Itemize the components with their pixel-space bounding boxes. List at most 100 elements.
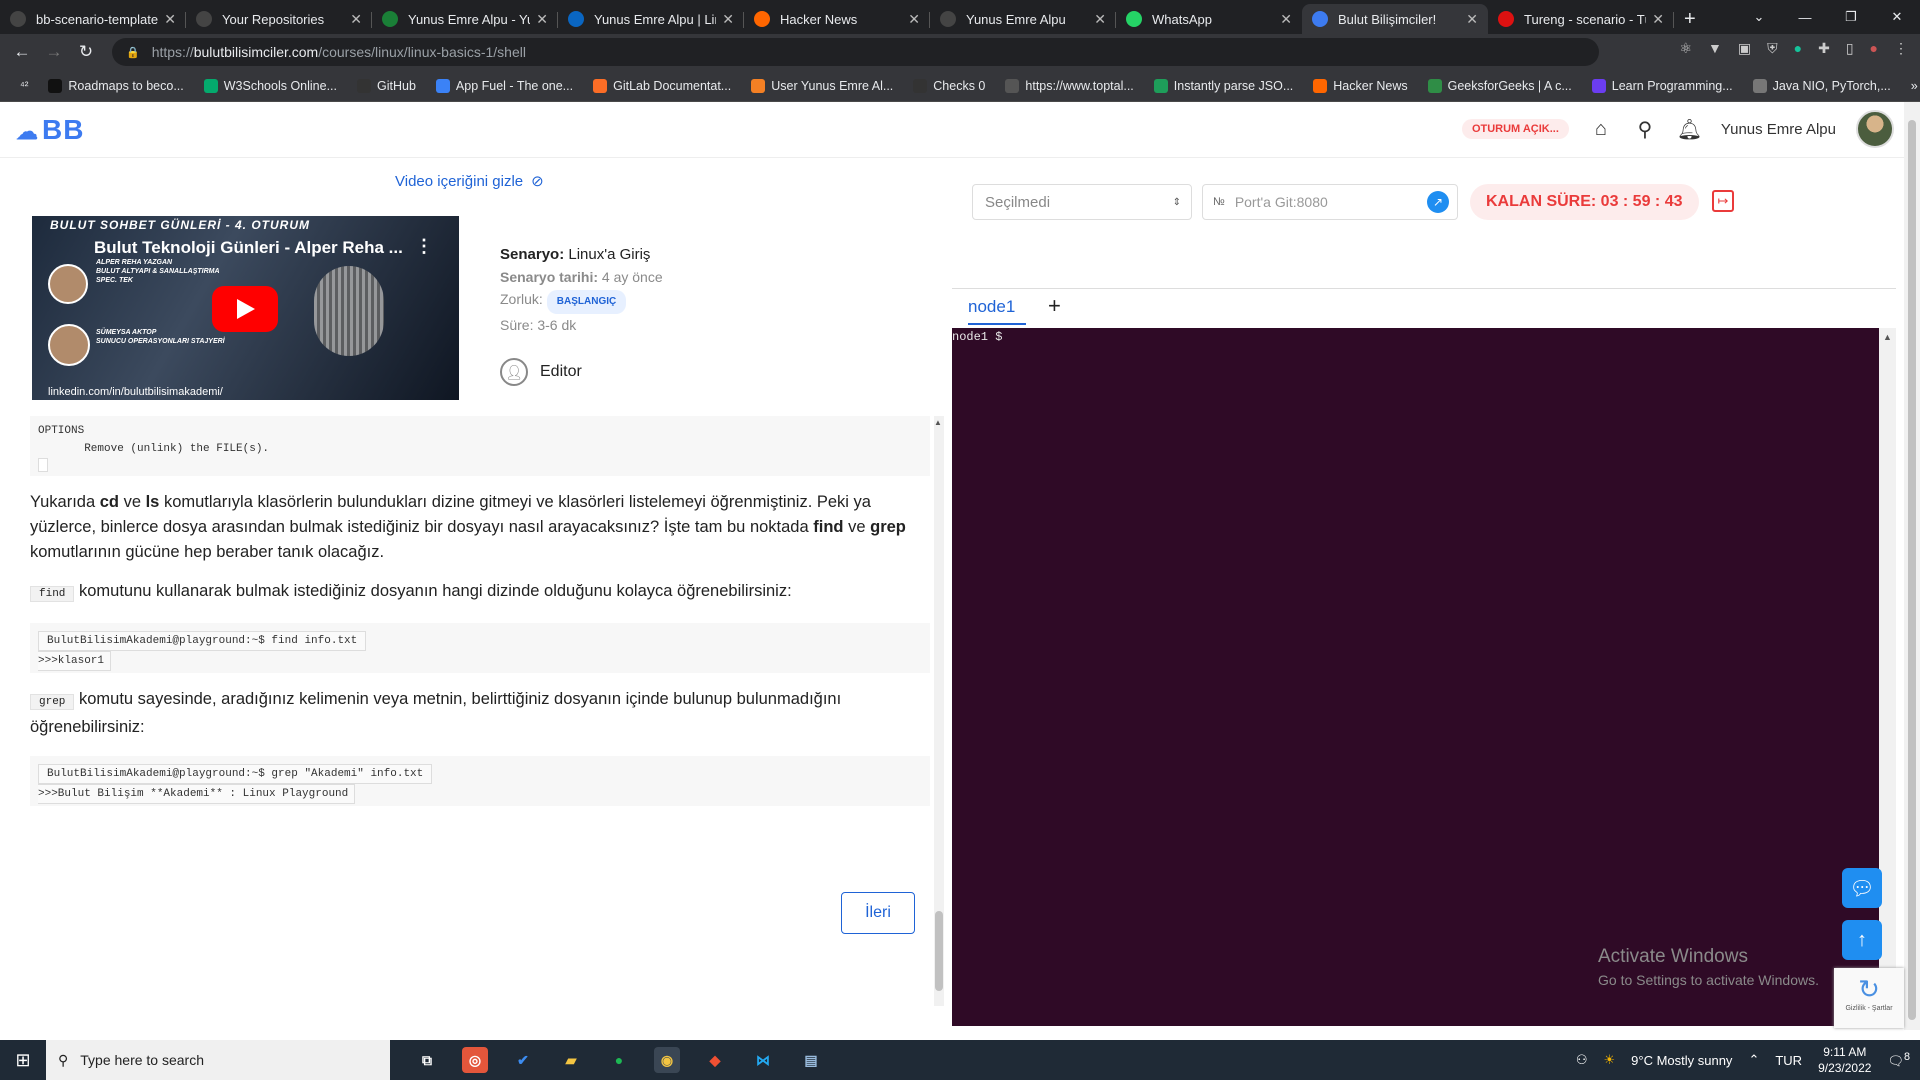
home-icon[interactable]: ⌂ xyxy=(1589,118,1613,141)
close-tab-icon[interactable]: ✕ xyxy=(164,11,176,28)
todo-icon[interactable]: ✔ xyxy=(510,1047,536,1073)
vue-extension-icon[interactable]: ▼ xyxy=(1708,40,1722,57)
grammarly-icon[interactable]: ● xyxy=(1794,40,1802,57)
close-tab-icon[interactable]: ✕ xyxy=(1094,11,1106,28)
browser-tab[interactable]: Your Repositories ✕ xyxy=(186,4,372,34)
video-more-icon[interactable]: ⋮ xyxy=(415,236,433,257)
url-input[interactable]: 🔒 https://bulutbilisimciler.com/courses/… xyxy=(112,38,1920,1064)
apps-icon[interactable]: ⁴² xyxy=(20,80,28,92)
bookmark-item[interactable]: Hacker News xyxy=(1313,78,1408,93)
puzzle-icon[interactable]: ✚ xyxy=(1818,40,1830,57)
new-tab-button[interactable]: + xyxy=(1684,4,1696,34)
bell-icon[interactable]: 🔔︎ xyxy=(1677,117,1702,142)
close-tab-icon[interactable]: ✕ xyxy=(722,11,734,28)
youtube-play-icon[interactable] xyxy=(212,286,278,332)
profile-icon[interactable]: ● xyxy=(1870,40,1878,57)
bookmark-item[interactable]: W3Schools Online... xyxy=(203,78,337,93)
menu-icon[interactable]: ⋮ xyxy=(1894,40,1908,57)
git-icon[interactable]: ◆ xyxy=(702,1047,728,1073)
browser-tab[interactable]: Bulut Bilişimciler! ✕ xyxy=(1302,4,1488,34)
forward-icon[interactable]: → xyxy=(38,42,70,62)
spotify-icon[interactable]: ● xyxy=(606,1047,632,1073)
bookmark-item[interactable]: User Yunus Emre Al... xyxy=(751,78,893,93)
browser-tab[interactable]: Hacker News ✕ xyxy=(744,4,930,34)
terminal-scrollbar[interactable]: ▲ xyxy=(1879,328,1896,1026)
avatar[interactable] xyxy=(1856,110,1894,148)
windows-start-icon[interactable]: ⊞ xyxy=(0,1050,46,1071)
video-player[interactable]: BULUT SOHBET GÜNLERİ - 4. OTURUM ALPER R… xyxy=(32,216,459,400)
bookmark-item[interactable]: GitLab Documentat... xyxy=(593,78,731,93)
notification-icon[interactable]: 🗨︎8 xyxy=(1887,1051,1910,1069)
browser-tab[interactable]: Yunus Emre Alpu - Yunus ✕ xyxy=(372,4,558,34)
people-icon[interactable]: ⚇ xyxy=(1576,1052,1588,1068)
video-title[interactable]: Bulut Teknoloji Günleri - Alper Reha ... xyxy=(94,238,403,258)
browser-tab[interactable]: Yunus Emre Alpu ✕ xyxy=(930,4,1116,34)
site-logo[interactable]: ☁ BB xyxy=(16,114,84,146)
close-tab-icon[interactable]: ✕ xyxy=(1652,11,1664,28)
weather-icon[interactable]: ☀ xyxy=(1603,1052,1615,1068)
scroll-top-button[interactable]: ↑ xyxy=(1842,920,1882,960)
close-tab-icon[interactable]: ✕ xyxy=(908,11,920,28)
shield-extension-icon[interactable]: ⛨ xyxy=(1767,40,1778,57)
page-scrollbar-thumb[interactable] xyxy=(1908,120,1916,1020)
search-icon[interactable]: ⚲ xyxy=(1633,117,1657,142)
open-port-icon[interactable]: ↗ xyxy=(1427,191,1449,213)
close-tab-icon[interactable]: ✕ xyxy=(536,11,548,28)
tab-node1[interactable]: node1 xyxy=(968,297,1026,325)
content-scrollbar-thumb[interactable] xyxy=(935,911,943,991)
browser-tab[interactable]: Tureng - scenario - Türkçe ✕ xyxy=(1488,4,1674,34)
recaptcha-badge[interactable]: ↻ Gizlilik - Şartlar xyxy=(1834,968,1904,1028)
weather-text[interactable]: 9°C Mostly sunny xyxy=(1631,1053,1732,1068)
vscode-icon[interactable]: ⋈ xyxy=(750,1047,776,1073)
task-view-icon[interactable]: ⧉ xyxy=(414,1047,440,1073)
notepad-icon[interactable]: ▤ xyxy=(798,1047,824,1073)
bookmark-item[interactable]: Instantly parse JSO... xyxy=(1153,78,1293,93)
hide-video-button[interactable]: Video içeriğini gizle ⊘ xyxy=(395,172,544,191)
node-select[interactable]: Seçilmedi ⇕ xyxy=(972,184,1192,220)
port-input[interactable]: № Port'a Git:8080 ↗ xyxy=(1202,184,1458,220)
bookmark-item[interactable]: App Fuel - The one... xyxy=(435,78,573,93)
content-scrollbar[interactable]: ▲ xyxy=(934,416,944,1006)
taskbar-search[interactable]: ⚲ Type here to search xyxy=(46,1040,390,1080)
terminal[interactable]: node1 $ xyxy=(952,328,1879,1026)
lock-icon[interactable]: 🔒 xyxy=(126,46,140,59)
back-icon[interactable]: ← xyxy=(6,42,38,62)
app-icon[interactable]: ◎ xyxy=(462,1047,488,1073)
reload-icon[interactable]: ↻ xyxy=(70,42,102,62)
browser-tab[interactable]: Yunus Emre Alpu | LinkedIn ✕ xyxy=(558,4,744,34)
bookmark-item[interactable]: GitHub xyxy=(357,78,416,93)
bookmark-item[interactable]: GeeksforGeeks | A c... xyxy=(1427,78,1572,93)
close-window-button[interactable]: ✕ xyxy=(1874,9,1920,25)
chrome-icon[interactable]: ◉ xyxy=(654,1047,680,1073)
bookmark-item[interactable]: Java NIO, PyTorch,... xyxy=(1752,78,1891,93)
close-tab-icon[interactable]: ✕ xyxy=(1280,11,1292,28)
scroll-up-arrow[interactable]: ▲ xyxy=(934,418,942,427)
bookmark-item[interactable]: https://www.toptal... xyxy=(1005,78,1134,93)
bookmark-item[interactable]: Checks 0 xyxy=(913,78,985,93)
session-badge[interactable]: OTURUM AÇIK... xyxy=(1461,119,1569,139)
page-scrollbar[interactable] xyxy=(1904,102,1920,1030)
chat-button[interactable]: 💬︎ xyxy=(1842,868,1882,908)
bookmark-item[interactable]: Learn Programming... xyxy=(1591,78,1733,93)
close-tab-icon[interactable]: ✕ xyxy=(1466,11,1478,28)
tab-search-icon[interactable]: ⌄ xyxy=(1736,9,1782,25)
file-explorer-icon[interactable]: ▰ xyxy=(558,1047,584,1073)
browser-tab[interactable]: WhatsApp ✕ xyxy=(1116,4,1302,34)
add-terminal-button[interactable]: + xyxy=(1048,293,1061,319)
side-panel-icon[interactable]: ▯ xyxy=(1846,40,1854,57)
clock[interactable]: 9:11 AM 9/23/2022 xyxy=(1818,1044,1871,1076)
user-name[interactable]: Yunus Emre Alpu xyxy=(1721,121,1836,138)
close-tab-icon[interactable]: ✕ xyxy=(350,11,362,28)
next-button[interactable]: İleri xyxy=(841,892,915,934)
minimize-button[interactable]: — xyxy=(1782,10,1828,25)
extension-icon[interactable]: ▣ xyxy=(1738,40,1751,57)
scroll-up-arrow[interactable]: ▲ xyxy=(1879,332,1896,342)
browser-tab[interactable]: bb-scenario-template ✕ xyxy=(0,4,186,34)
language-indicator[interactable]: TUR xyxy=(1775,1053,1802,1068)
exit-session-icon[interactable]: ↦ xyxy=(1712,190,1734,212)
tray-chevron-icon[interactable]: ⌃ xyxy=(1748,1052,1759,1068)
bookmark-item[interactable]: Roadmaps to beco... xyxy=(48,78,184,93)
maximize-button[interactable]: ❐ xyxy=(1828,9,1874,25)
more-bookmarks-icon[interactable]: » xyxy=(1911,79,1918,93)
react-extension-icon[interactable]: ⚛ xyxy=(1679,40,1692,57)
